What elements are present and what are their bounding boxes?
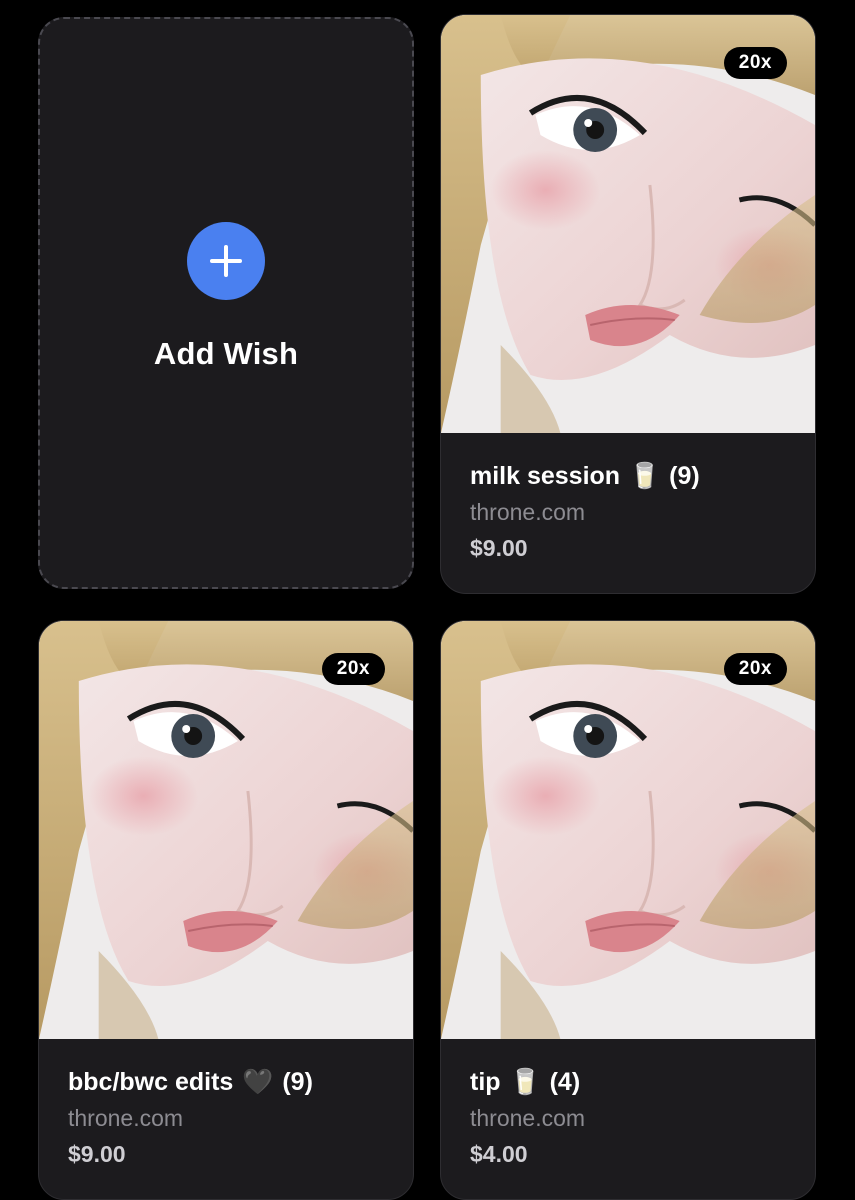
black-heart-emoji-icon: 🖤 bbox=[242, 1068, 274, 1096]
wish-card-bbc-bwc-edits[interactable]: 20x bbc/bwc edits 🖤 (9) throne.com $9.00 bbox=[38, 620, 414, 1200]
wish-card-tip[interactable]: 20x tip 🥛 (4) throne.com $4.00 bbox=[440, 620, 816, 1200]
wish-image[interactable]: 20x bbox=[39, 621, 413, 1039]
wish-site: throne.com bbox=[68, 1105, 184, 1131]
add-wish-label: Add Wish bbox=[153, 336, 299, 371]
wish-price: $4.00 bbox=[470, 1141, 528, 1167]
wish-image[interactable]: 20x bbox=[441, 621, 815, 1039]
wish-price: $9.00 bbox=[68, 1141, 126, 1167]
wish-site: throne.com bbox=[470, 1105, 586, 1131]
wish-site: throne.com bbox=[470, 499, 586, 525]
quantity-badge: 20x bbox=[321, 653, 385, 685]
wish-card-milk-session[interactable]: 20x milk session 🥛 (9) throne.com $9.00 bbox=[440, 14, 816, 594]
milk-emoji-icon: 🥛 bbox=[509, 1068, 541, 1096]
wish-title: bbc/bwc edits 🖤 (9) bbox=[68, 1068, 313, 1096]
plus-icon[interactable] bbox=[187, 222, 265, 300]
wish-image[interactable]: 20x bbox=[441, 15, 815, 433]
quantity-badge: 20x bbox=[723, 47, 787, 79]
quantity-badge: 20x bbox=[723, 653, 787, 685]
add-wish-card[interactable]: Add Wish bbox=[38, 17, 414, 589]
wish-price: $9.00 bbox=[470, 535, 528, 561]
wish-title: tip 🥛 (4) bbox=[470, 1068, 581, 1096]
wish-title: milk session 🥛 (9) bbox=[470, 462, 700, 490]
milk-emoji-icon: 🥛 bbox=[629, 462, 661, 490]
